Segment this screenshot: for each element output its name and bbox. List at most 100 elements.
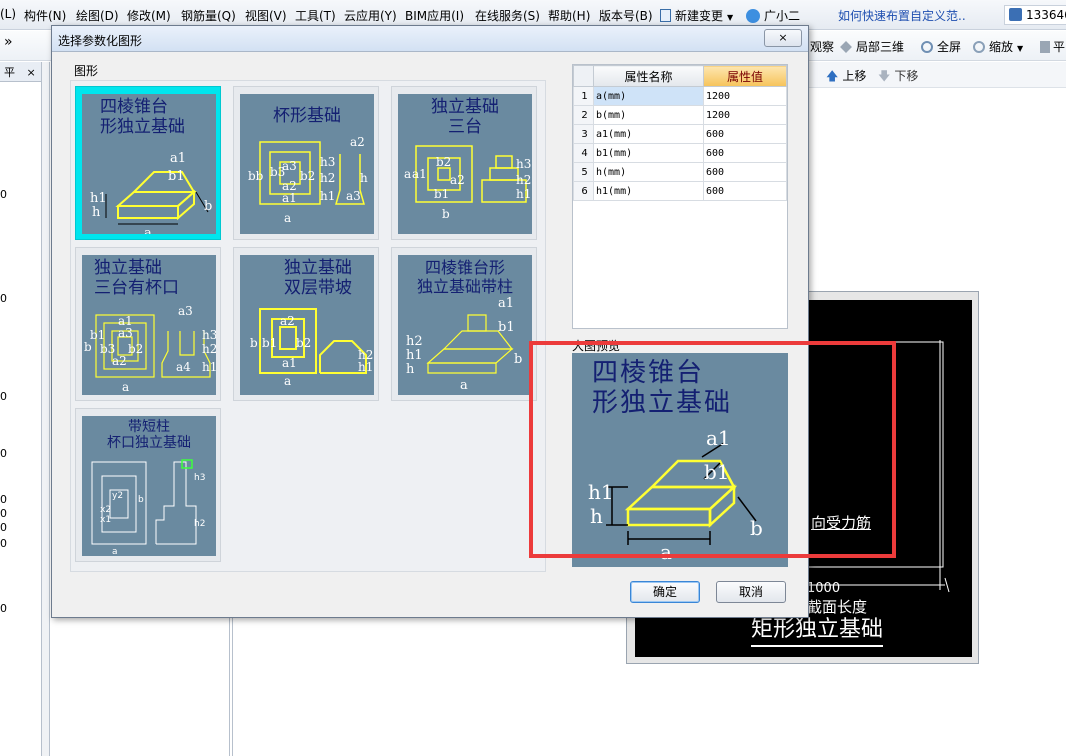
table-row[interactable]: 6 h1(mm) 600: [573, 181, 788, 201]
property-value[interactable]: 600: [702, 143, 788, 163]
zoom-button[interactable]: 缩放 ▼: [973, 38, 1023, 55]
col-header-name[interactable]: 属性名称: [593, 65, 704, 87]
svg-text:h: h: [406, 362, 415, 377]
svg-text:a: a: [284, 211, 291, 225]
zoom-tool-icon: [973, 41, 985, 53]
dialog-titlebar[interactable]: 选择参数化图形 ×: [52, 26, 808, 52]
svg-text:a3: a3: [282, 159, 297, 173]
property-name: b(mm): [593, 105, 704, 125]
zoom-label: 缩放: [989, 40, 1014, 54]
panel-splitter[interactable]: [42, 62, 50, 756]
ruler-label: 0: [0, 292, 7, 305]
table-row[interactable]: 5 h(mm) 600: [573, 162, 788, 182]
shape-thumb-double-slope[interactable]: 独立基础 双层带坡 a2 b b1 b2 a1 a h2 h1: [233, 247, 379, 401]
menu-item-online[interactable]: 在线服务(S): [475, 7, 540, 24]
menu-item-component[interactable]: 构件(N): [24, 7, 66, 24]
move-up-label: 上移: [842, 69, 867, 83]
move-down-button[interactable]: 🡇 下移: [878, 67, 918, 88]
ruler-label: 0: [0, 390, 7, 403]
svg-text:a2: a2: [450, 173, 465, 187]
move-up-button[interactable]: 🡅 上移: [826, 67, 866, 88]
ok-button[interactable]: 确定: [630, 581, 700, 603]
svg-text:h1: h1: [90, 191, 107, 206]
shape-thumb-three-step[interactable]: 独立基础 三台 a a1 b2 a2 b1 b h3 h2 h1: [391, 86, 537, 240]
table-row[interactable]: 3 a1(mm) 600: [573, 124, 788, 144]
shape-gallery: 四棱锥台 形独立基础 a a1 b1 b h1 h 杯形基础 bb b3 a3 …: [70, 80, 546, 572]
fullscreen-button[interactable]: 全屏: [921, 38, 961, 55]
user-account[interactable]: 1336465: [1004, 5, 1066, 25]
table-row[interactable]: 4 b1(mm) 600: [573, 143, 788, 163]
assistant-icon: [746, 9, 760, 23]
row-index-header: [573, 65, 594, 87]
pan-button[interactable]: 平: [1040, 38, 1065, 55]
svg-text:a2: a2: [350, 135, 365, 149]
shape-image: 杯形基础 bb b3 a3 a2 a1 b2 a a2 h3 h2 h1 a3 h: [240, 94, 374, 234]
property-value[interactable]: 1200: [702, 105, 788, 125]
svg-text:b2: b2: [128, 342, 143, 356]
property-value[interactable]: 600: [702, 162, 788, 182]
svg-text:a3: a3: [346, 189, 361, 203]
shape-thumb-three-step-cup[interactable]: 独立基础 三台有杯口 a1 a3 b1 b3 b2 a2 b a a3 h3 h…: [75, 247, 221, 401]
new-change-button[interactable]: 新建变更 ▼: [660, 7, 733, 24]
chevron-right-icon[interactable]: »: [4, 34, 13, 50]
row-index: 5: [573, 162, 594, 182]
row-index: 4: [573, 143, 594, 163]
close-button[interactable]: ×: [764, 29, 802, 47]
svg-text:b1: b1: [168, 169, 185, 184]
col-header-value[interactable]: 属性值: [702, 65, 788, 87]
menu-item-rebar[interactable]: 钢筋量(Q): [181, 7, 236, 24]
svg-text:h3: h3: [516, 157, 531, 171]
menu-item-version[interactable]: 版本号(B): [599, 7, 653, 24]
svg-text:a3: a3: [178, 304, 193, 318]
menu-item-modify[interactable]: 修改(M): [127, 7, 171, 24]
assistant-button[interactable]: 广小二: [746, 7, 800, 24]
shape-thumb-pyramid-frustum[interactable]: 四棱锥台 形独立基础 a a1 b1 b h1 h: [75, 86, 221, 240]
property-value[interactable]: 600: [702, 124, 788, 144]
svg-text:h3: h3: [320, 155, 335, 169]
cad-dimension-text: 1000: [807, 581, 841, 596]
shape-thumb-cup-foundation[interactable]: 杯形基础 bb b3 a3 a2 a1 b2 a a2 h3 h2 h1 a3 h: [233, 86, 379, 240]
svg-text:b: b: [442, 207, 450, 221]
svg-text:h1: h1: [320, 189, 335, 203]
cancel-button[interactable]: 取消: [716, 581, 786, 603]
highlight-box: [529, 341, 896, 558]
svg-text:a1: a1: [282, 191, 297, 205]
fullscreen-label: 全屏: [937, 40, 962, 54]
svg-text:b1: b1: [434, 187, 449, 201]
observe-button[interactable]: 观察: [810, 38, 834, 55]
menu-item-cloud[interactable]: 云应用(Y): [344, 7, 397, 24]
property-value[interactable]: 1200: [702, 86, 788, 106]
pan-label: 平: [1053, 40, 1066, 54]
frustum-column-drawing: a1 b1 h2 h1h b a: [406, 296, 522, 393]
cube-icon: [840, 41, 852, 53]
graphics-label: 图形: [74, 64, 99, 78]
svg-text:b1: b1: [498, 320, 515, 335]
property-grid: 属性名称 属性值 1 a(mm) 1200 2 b(mm) 1200 3 a1(…: [573, 65, 788, 201]
local-3d-label: 局部三维: [856, 40, 905, 54]
shape-thumb-short-column-cup[interactable]: 带短柱 杯口独立基础 x2 x1 y2 b a h3 h2: [75, 408, 221, 562]
assistant-label: 广小二: [764, 9, 801, 23]
row-index: 2: [573, 105, 594, 125]
menu-item-bim[interactable]: BIM应用(I): [405, 7, 464, 24]
document-icon: [660, 9, 671, 22]
svg-text:h1: h1: [406, 348, 423, 363]
chevron-down-icon: ▼: [727, 13, 734, 22]
menu-item-tools[interactable]: 工具(T): [295, 7, 336, 24]
arrow-up-icon: 🡅: [826, 69, 839, 83]
row-index: 6: [573, 181, 594, 201]
menu-item-help[interactable]: 帮助(H): [548, 7, 590, 24]
menu-item-draw[interactable]: 绘图(D): [76, 7, 119, 24]
table-row[interactable]: 1 a(mm) 1200: [573, 86, 788, 106]
local-3d-button[interactable]: 局部三维: [840, 38, 904, 55]
close-icon[interactable]: ×: [27, 66, 36, 79]
pin-icon[interactable]: 平: [4, 66, 15, 79]
property-value[interactable]: 600: [702, 181, 788, 201]
help-link[interactable]: 如何快速布置自定义范..: [838, 7, 966, 24]
shape-image: 独立基础 双层带坡 a2 b b1 b2 a1 a h2 h1: [240, 255, 374, 395]
table-row[interactable]: 2 b(mm) 1200: [573, 105, 788, 125]
menu-item[interactable]: (L): [0, 7, 16, 21]
menu-item-view[interactable]: 视图(V): [245, 7, 287, 24]
svg-text:a3: a3: [118, 326, 133, 340]
svg-text:a: a: [112, 547, 118, 556]
shape-thumb-frustum-with-column[interactable]: 四棱锥台形 独立基础带柱 a1 b1 h2 h1 h b a: [391, 247, 537, 401]
